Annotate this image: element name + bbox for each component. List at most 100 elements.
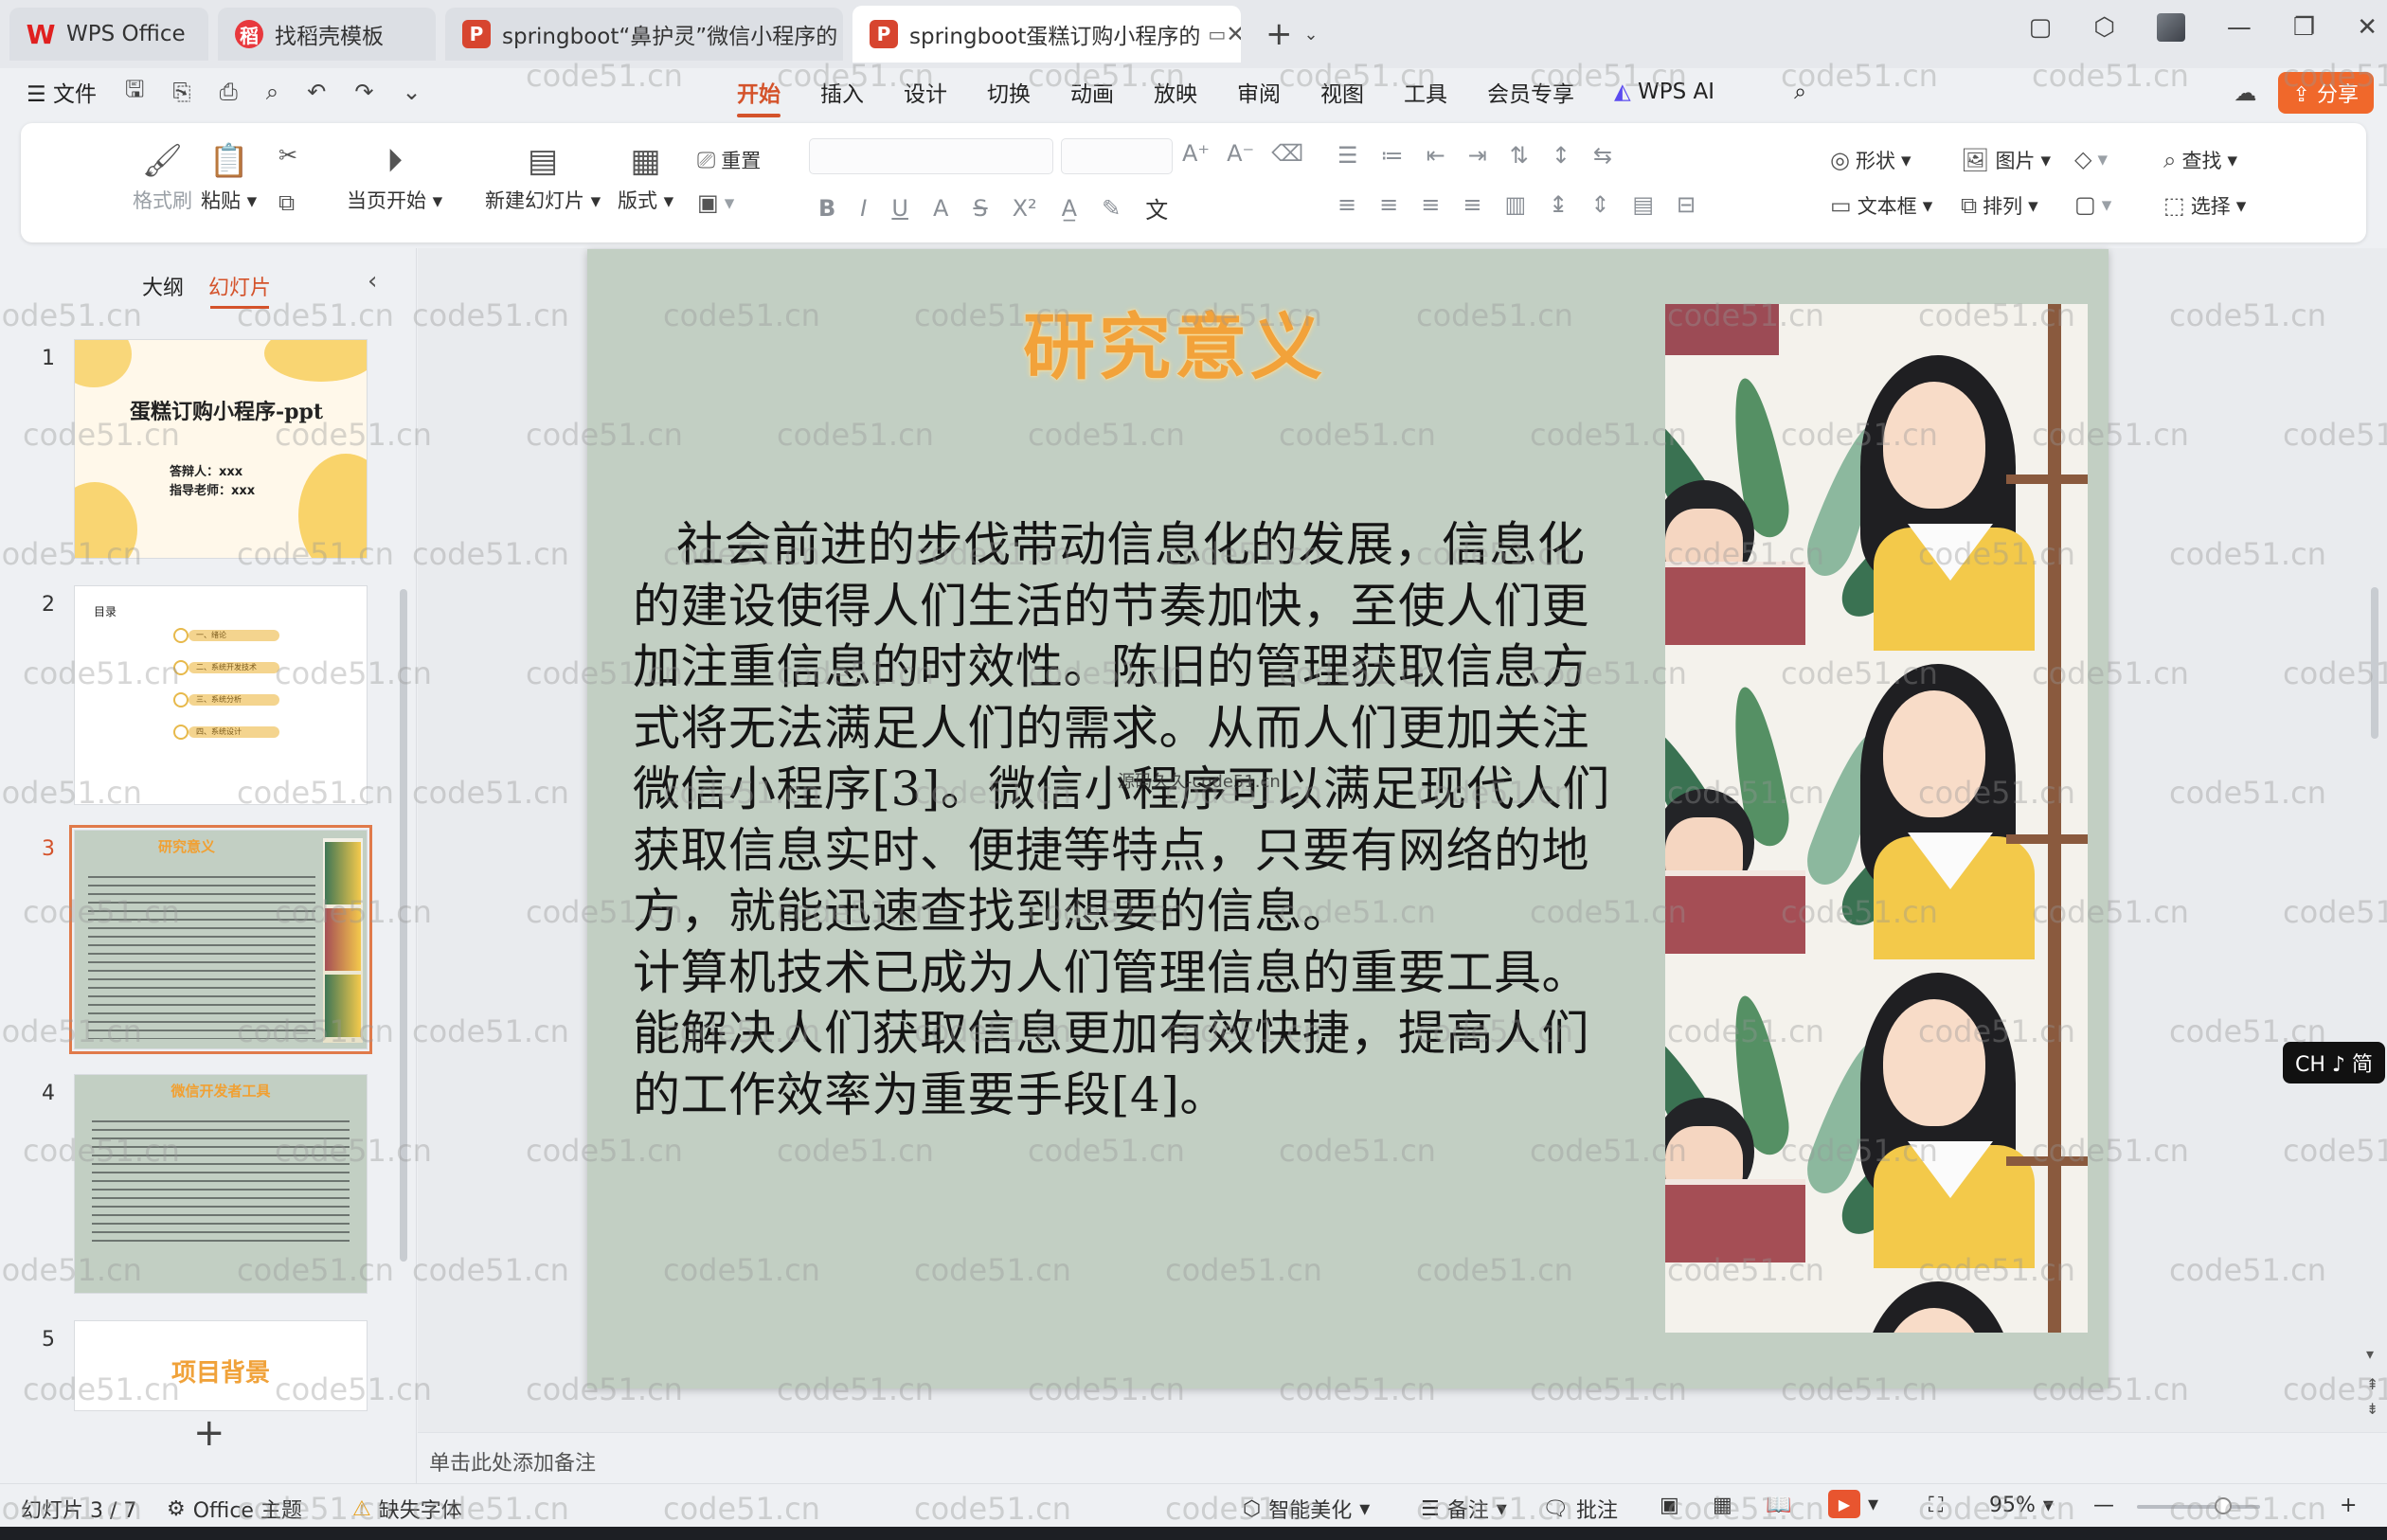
- slide-thumb-1[interactable]: 蛋糕订购小程序-ppt 答辩人：xxx 指导老师：xxx: [74, 339, 368, 559]
- menu-animations[interactable]: 动画: [1070, 76, 1114, 108]
- numbering-icon[interactable]: ≔: [1381, 142, 1404, 169]
- justify-icon[interactable]: ≡: [1463, 191, 1481, 218]
- align-center-icon[interactable]: ≡: [1379, 191, 1398, 218]
- reading-view-icon[interactable]: 📖: [1766, 1494, 1791, 1517]
- window-layout-icon[interactable]: ▢: [2029, 13, 2053, 42]
- italic-icon[interactable]: I: [860, 195, 867, 222]
- arrange-button[interactable]: ⧉ 排列 ▾: [1961, 191, 2038, 220]
- sort-icon[interactable]: ↕: [1552, 142, 1570, 169]
- grow-font-icon[interactable]: A⁺: [1182, 140, 1210, 167]
- prev-slide-icon[interactable]: ⇞: [2366, 1375, 2378, 1393]
- monitor-icon[interactable]: ▭: [1208, 23, 1226, 45]
- text-direction-icon[interactable]: ⇅: [1510, 142, 1529, 169]
- zoom-slider[interactable]: [2137, 1505, 2260, 1509]
- slide-title[interactable]: 研究意义: [587, 289, 1762, 393]
- close-tab-icon[interactable]: ✕: [1226, 21, 1241, 47]
- convert-icon[interactable]: ⇆: [1593, 142, 1612, 169]
- slide-canvas[interactable]: 研究意义 社会前进的步伐带动信息化的发展，信息化的建设使得人们生活的节奏加快，至…: [587, 249, 2109, 1388]
- fit-window-icon[interactable]: ⛶: [1929, 1494, 1943, 1517]
- grid-view-icon[interactable]: ▦: [1713, 1494, 1732, 1517]
- normal-view-icon[interactable]: ▣: [1660, 1494, 1679, 1517]
- cloud-upload-icon[interactable]: ☁: [2234, 80, 2257, 106]
- zoom-slider-handle[interactable]: [2215, 1497, 2232, 1514]
- file-menu[interactable]: ☰ 文件: [27, 76, 97, 108]
- slide-thumb-3[interactable]: 研究意义: [69, 825, 372, 1054]
- notes-toggle[interactable]: ☰ 备注 ▾: [1421, 1494, 1507, 1524]
- slide-thumb-2[interactable]: 目录 一、绪论 二、系统开发技术 三、系统分析 四、系统设计: [74, 585, 368, 805]
- tab-outline[interactable]: 大纲: [142, 271, 184, 301]
- smart-beautify-button[interactable]: ⬡ 智能美化 ▾: [1243, 1494, 1370, 1524]
- underline-icon[interactable]: U: [891, 195, 908, 222]
- slide-thumb-5[interactable]: 项目背景: [74, 1320, 368, 1411]
- menu-slideshow[interactable]: 放映: [1154, 76, 1197, 108]
- bold-icon[interactable]: B: [818, 195, 835, 222]
- notes-area[interactable]: 单击此处添加备注: [418, 1432, 2387, 1483]
- shadow-text-icon[interactable]: A: [933, 195, 948, 222]
- align-left-icon[interactable]: ≡: [1337, 191, 1356, 218]
- columns-icon[interactable]: ▤: [1632, 191, 1654, 218]
- print-preview-icon[interactable]: ⌕: [266, 79, 278, 105]
- menu-home[interactable]: 开始: [737, 76, 781, 117]
- find-button[interactable]: ⌕ 查找 ▾: [2163, 146, 2237, 174]
- align-right-icon[interactable]: ≡: [1421, 191, 1440, 218]
- comments-toggle[interactable]: 🗨 批注: [1542, 1494, 1618, 1524]
- shrink-font-icon[interactable]: A⁻: [1227, 140, 1254, 167]
- export-icon[interactable]: ⎘: [172, 79, 190, 105]
- distribute-icon[interactable]: ▥: [1504, 191, 1526, 218]
- menu-design[interactable]: 设计: [904, 76, 947, 108]
- select-button[interactable]: ⬚ 选择 ▾: [2163, 191, 2246, 220]
- next-slide-icon[interactable]: ⇟: [2366, 1400, 2378, 1418]
- section-icon[interactable]: ▣ ▾: [697, 189, 734, 216]
- slide-illustration[interactable]: [1665, 304, 2088, 1333]
- menu-wps-ai[interactable]: ◭ WPS AI: [1614, 80, 1754, 104]
- search-icon[interactable]: ⌕: [1794, 80, 1806, 104]
- menu-view[interactable]: 视图: [1320, 76, 1364, 108]
- avatar[interactable]: [2156, 13, 2185, 42]
- tab-document-1[interactable]: P springboot“鼻护灵”微信小程序的: [445, 8, 843, 61]
- chevron-down-icon[interactable]: ⌄: [1304, 25, 1319, 45]
- tab-docer-templates[interactable]: 稻 找稻壳模板: [218, 8, 436, 61]
- new-tab-icon[interactable]: +: [1265, 15, 1293, 53]
- play-slideshow-button[interactable]: ▶ ▾: [1828, 1490, 1878, 1518]
- font-color-icon[interactable]: A̲: [1062, 195, 1077, 222]
- cut-icon[interactable]: ✂: [278, 142, 297, 169]
- slide-body-text[interactable]: 社会前进的步伐带动信息化的发展，信息化的建设使得人们生活的节奏加快，至使人们更加…: [633, 514, 1627, 1125]
- cube-icon[interactable]: ⬡: [2093, 13, 2115, 42]
- bullets-icon[interactable]: ☰: [1337, 142, 1358, 169]
- chevron-down-icon[interactable]: ⌄: [402, 79, 421, 105]
- slide-thumb-4[interactable]: 微信开发者工具: [74, 1074, 368, 1294]
- menu-transitions[interactable]: 切换: [987, 76, 1031, 108]
- ime-indicator[interactable]: CH ♪ 简: [2283, 1042, 2385, 1083]
- copy-icon[interactable]: ⧉: [278, 189, 295, 216]
- shape-button[interactable]: ◎ 形状 ▾: [1830, 146, 1911, 174]
- paste-button[interactable]: 📋 粘贴 ▾: [201, 142, 257, 214]
- fill-icon[interactable]: ◇ ▾: [2074, 146, 2108, 172]
- collapse-panel-icon[interactable]: ‹: [368, 267, 377, 295]
- line-spacing-icon[interactable]: ↨: [1549, 191, 1568, 218]
- column-spacing-icon[interactable]: ⇕: [1590, 191, 1609, 218]
- add-slide-icon[interactable]: +: [193, 1411, 225, 1455]
- new-slide-button[interactable]: ▤ 新建幻灯片 ▾: [485, 142, 601, 214]
- start-from-current-button[interactable]: ⏵ 当页开始 ▾: [347, 142, 442, 214]
- text-align-icon[interactable]: ⊟: [1677, 191, 1696, 218]
- zoom-in-icon[interactable]: +: [2340, 1494, 2357, 1517]
- textbox-button[interactable]: ▭ 文本框 ▾: [1830, 191, 1932, 220]
- clear-format-icon[interactable]: ⌫: [1271, 140, 1303, 167]
- highlight-icon[interactable]: ✎: [1102, 195, 1121, 222]
- font-family-select[interactable]: [809, 138, 1053, 174]
- menu-insert[interactable]: 插入: [820, 76, 864, 108]
- print-icon[interactable]: ⎙: [220, 79, 238, 105]
- zoom-select[interactable]: 95% ▾: [1989, 1494, 2054, 1517]
- restore-icon[interactable]: ❐: [2293, 13, 2315, 42]
- outline-icon[interactable]: ▢ ▾: [2074, 191, 2111, 218]
- format-painter-button[interactable]: 🖌 格式刷: [133, 142, 192, 214]
- panel-scrollbar[interactable]: [400, 589, 407, 1262]
- layout-button[interactable]: ▦ 版式 ▾: [618, 142, 673, 214]
- strikethrough-icon[interactable]: S: [973, 195, 987, 222]
- picture-button[interactable]: 🖼 图片 ▾: [1961, 146, 2051, 174]
- tab-document-active[interactable]: P springboot蛋糕订购小程序的 ▭ ✕: [852, 6, 1241, 63]
- undo-icon[interactable]: ↶: [307, 79, 326, 105]
- scroll-down-icon[interactable]: ▾: [2366, 1345, 2374, 1363]
- tab-slides[interactable]: 幻灯片: [208, 271, 271, 309]
- menu-membership[interactable]: 会员专享: [1487, 76, 1574, 108]
